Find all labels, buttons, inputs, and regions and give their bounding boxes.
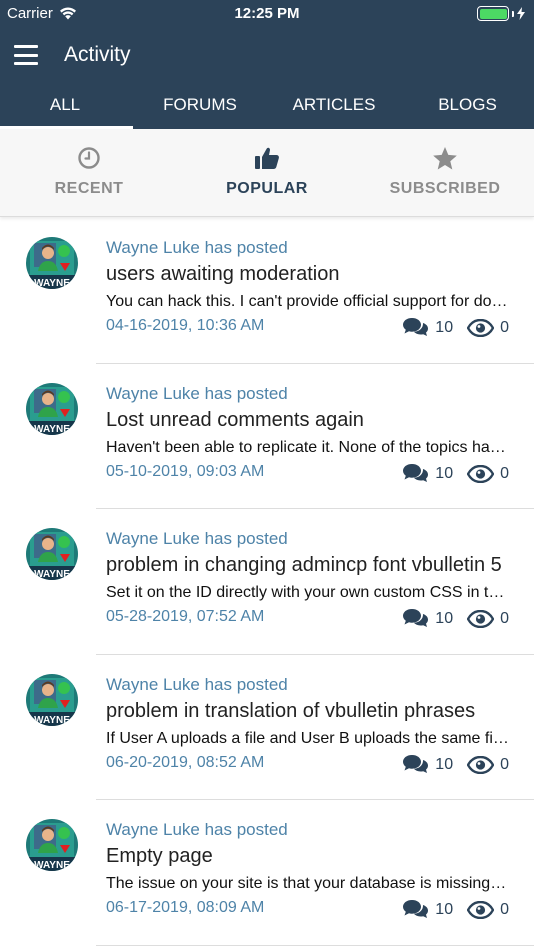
view-count: 0: [500, 755, 509, 773]
post-date: 05-10-2019, 09:03 AM: [106, 462, 265, 480]
comment-count: 10: [435, 901, 454, 918]
activity-item[interactable]: WAYNE Wayne Luke has posted Lost unread …: [0, 364, 534, 509]
subtab-recent-label: RECENT: [54, 180, 124, 197]
comments-icon: [403, 754, 429, 773]
clock-icon: [78, 147, 100, 169]
post-snippet: Set it on the ID directly with your own …: [106, 584, 510, 601]
navigation-bar: Activity: [0, 28, 534, 84]
charging-bolt-icon: [517, 7, 525, 20]
star-icon: [433, 147, 457, 170]
avatar-text: WAYNE: [34, 424, 70, 435]
subtab-popular-label: POPULAR: [226, 180, 308, 197]
avatar[interactable]: WAYNE: [26, 382, 78, 435]
poster-line[interactable]: Wayne Luke has posted: [106, 675, 288, 695]
view-count: 0: [500, 901, 509, 918]
comments-icon: [403, 900, 429, 918]
post-date: 06-20-2019, 08:52 AM: [106, 753, 265, 771]
battery-icon: [477, 6, 525, 21]
item-divider: [96, 944, 534, 946]
post-snippet: You can hack this. I can't provide offic…: [106, 293, 510, 310]
comment-count: 10: [435, 610, 454, 627]
page-title: Activity: [64, 43, 131, 66]
eye-icon: [467, 610, 495, 628]
activity-list: WAYNE Wayne Luke has posted users awaiti…: [0, 218, 534, 946]
avatar-image: WAYNE: [26, 382, 78, 435]
avatar-image: WAYNE: [26, 237, 78, 289]
avatar-image: WAYNE: [26, 673, 78, 726]
eye-icon: [467, 755, 495, 774]
activity-item[interactable]: WAYNE Wayne Luke has posted problem in c…: [0, 509, 534, 655]
eye-icon: [467, 901, 495, 919]
avatar[interactable]: WAYNE: [26, 819, 78, 871]
view-count: 0: [500, 464, 509, 482]
comment-count: 10: [435, 464, 454, 482]
poster-line[interactable]: Wayne Luke has posted: [106, 238, 288, 258]
poster-line[interactable]: Wayne Luke has posted: [106, 820, 288, 840]
tab-articles[interactable]: ARTICLES: [267, 95, 401, 115]
activity-item[interactable]: WAYNE Wayne Luke has posted problem in t…: [0, 655, 534, 800]
avatar-image: WAYNE: [26, 819, 78, 871]
avatar-text: WAYNE: [34, 860, 70, 871]
status-time: 12:25 PM: [234, 5, 300, 22]
poster-line[interactable]: Wayne Luke has posted: [106, 529, 288, 549]
post-title[interactable]: Lost unread comments again: [106, 409, 516, 432]
post-snippet: If User A uploads a file and User B uplo…: [106, 729, 510, 747]
post-date: 06-17-2019, 08:09 AM: [106, 899, 265, 916]
post-stats: 10 0: [402, 463, 509, 485]
comments-icon: [403, 609, 429, 627]
post-stats: 10 0: [402, 608, 509, 630]
activity-item[interactable]: WAYNE Wayne Luke has posted Empty page T…: [0, 800, 534, 946]
post-title[interactable]: users awaiting moderation: [106, 263, 516, 286]
view-count: 0: [500, 319, 509, 336]
avatar[interactable]: WAYNE: [26, 528, 78, 580]
post-stats: 10 0: [402, 317, 509, 339]
avatar-text: WAYNE: [34, 569, 70, 580]
avatar-text: WAYNE: [34, 715, 70, 726]
post-stats: 10 0: [402, 754, 509, 776]
subtab-subscribed-label: SUBSCRIBED: [389, 180, 501, 197]
post-title[interactable]: problem in changing admincp font vbullet…: [106, 554, 516, 577]
tab-all[interactable]: ALL: [0, 95, 130, 115]
top-bar: Carrier 12:25 PM Activity ALL FORUMS ART…: [0, 0, 534, 129]
subtab-recent[interactable]: RECENT: [0, 129, 178, 217]
post-date: 04-16-2019, 10:36 AM: [106, 317, 265, 334]
thumbs-up-icon: [255, 147, 279, 169]
post-stats: 10 0: [402, 899, 509, 921]
avatar[interactable]: WAYNE: [26, 673, 78, 726]
avatar-image: WAYNE: [26, 528, 78, 580]
comment-count: 10: [435, 319, 454, 336]
content-type-tabs: ALL FORUMS ARTICLES BLOGS: [0, 84, 534, 129]
comments-icon: [403, 463, 429, 482]
comment-count: 10: [435, 755, 454, 773]
tab-forums[interactable]: FORUMS: [133, 95, 267, 115]
view-count: 0: [500, 610, 509, 627]
sort-tabs: RECENT POPULAR SUBSCRIBED: [0, 129, 534, 217]
post-snippet: The issue on your site is that your data…: [106, 875, 510, 892]
subtab-popular[interactable]: POPULAR: [178, 129, 356, 217]
eye-icon: [467, 319, 495, 337]
subtab-subscribed[interactable]: SUBSCRIBED: [356, 129, 534, 217]
tab-blogs[interactable]: BLOGS: [401, 95, 534, 115]
poster-line[interactable]: Wayne Luke has posted: [106, 384, 288, 404]
avatar[interactable]: WAYNE: [26, 237, 78, 289]
hamburger-icon[interactable]: [14, 45, 38, 65]
activity-item[interactable]: WAYNE Wayne Luke has posted users awaiti…: [0, 218, 534, 364]
comments-icon: [403, 318, 429, 336]
post-snippet: Haven't been able to replicate it. None …: [106, 438, 510, 456]
post-date: 05-28-2019, 07:52 AM: [106, 608, 265, 625]
status-bar: Carrier 12:25 PM: [0, 0, 534, 28]
eye-icon: [467, 464, 495, 483]
post-title[interactable]: problem in translation of vbulletin phra…: [106, 700, 516, 723]
post-title[interactable]: Empty page: [106, 845, 516, 868]
avatar-text: WAYNE: [34, 278, 70, 289]
